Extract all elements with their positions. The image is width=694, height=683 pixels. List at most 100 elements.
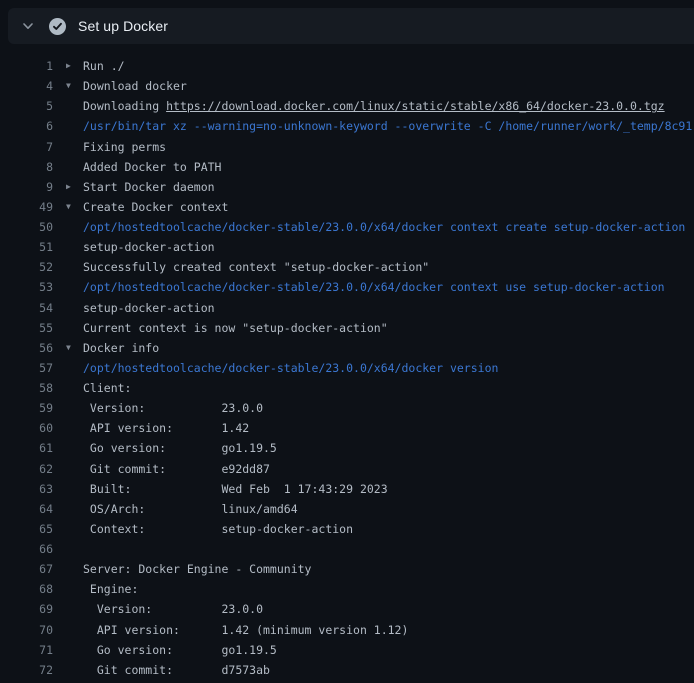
log-line: 65 Context: setup-docker-action <box>0 519 694 539</box>
log-line: 64 OS/Arch: linux/amd64 <box>0 499 694 519</box>
line-number[interactable]: 4 <box>0 79 53 93</box>
command-text: /opt/hostedtoolcache/docker-stable/23.0.… <box>83 280 665 294</box>
log-line: 62 Git commit: e92dd87 <box>0 459 694 479</box>
line-number[interactable]: 58 <box>0 381 53 395</box>
line-number[interactable]: 54 <box>0 301 53 315</box>
line-number[interactable]: 66 <box>0 542 53 556</box>
log-text: Go version: go1.19.5 <box>83 643 277 657</box>
log-text: setup-docker-action <box>83 240 215 254</box>
group-expanded-triangle-icon[interactable]: ▼ <box>66 338 83 358</box>
log-line: 51 setup-docker-action <box>0 237 694 257</box>
log-text: OS/Arch: linux/amd64 <box>83 502 298 516</box>
line-number[interactable]: 8 <box>0 160 53 174</box>
log-url-link[interactable]: https://download.docker.com/linux/static… <box>166 99 665 113</box>
log-text: Git commit: e92dd87 <box>83 462 270 476</box>
step-header[interactable]: Set up Docker <box>8 8 694 44</box>
log-line: 52 Successfully created context "setup-do… <box>0 257 694 277</box>
group-collapsed-triangle-icon[interactable]: ▶ <box>66 177 83 197</box>
log-group-line: 56 ▼Docker info <box>0 338 694 358</box>
line-number[interactable]: 71 <box>0 643 53 657</box>
log-text: API version: 1.42 (minimum version 1.12) <box>83 623 408 637</box>
log-command-line: 57/opt/hostedtoolcache/docker-stable/23.… <box>0 358 694 378</box>
log-line: 69 Version: 23.0.0 <box>0 599 694 619</box>
log-line: 8 Added Docker to PATH <box>0 157 694 177</box>
check-circle-icon <box>49 18 66 35</box>
log-line: 68 Engine: <box>0 579 694 599</box>
log-line: 59 Version: 23.0.0 <box>0 398 694 418</box>
line-number[interactable]: 51 <box>0 240 53 254</box>
log-text: Git commit: d7573ab <box>83 663 270 677</box>
command-text: /usr/bin/tar xz --warning=no-unknown-key… <box>83 119 692 133</box>
log-line: 54 setup-docker-action <box>0 298 694 318</box>
line-number[interactable]: 70 <box>0 623 53 637</box>
line-number[interactable]: 60 <box>0 421 53 435</box>
log-group-line: 4 ▼Download docker <box>0 76 694 96</box>
line-number[interactable]: 6 <box>0 119 53 133</box>
log-group-line: 9 ▶Start Docker daemon <box>0 177 694 197</box>
log-line: 55 Current context is now "setup-docker-a… <box>0 318 694 338</box>
line-number[interactable]: 72 <box>0 663 53 677</box>
log-line: 63 Built: Wed Feb 1 17:43:29 2023 <box>0 479 694 499</box>
log-text: Added Docker to PATH <box>83 160 221 174</box>
log-text: Version: 23.0.0 <box>83 602 263 616</box>
group-title[interactable]: Download docker <box>83 79 187 93</box>
line-number[interactable]: 49 <box>0 200 53 214</box>
group-title[interactable]: Create Docker context <box>83 200 228 214</box>
line-number[interactable]: 55 <box>0 321 53 335</box>
log-text: setup-docker-action <box>83 301 215 315</box>
line-number[interactable]: 59 <box>0 401 53 415</box>
line-number[interactable]: 7 <box>0 140 53 154</box>
group-expanded-triangle-icon[interactable]: ▼ <box>66 76 83 96</box>
log-line: 66 <box>0 539 694 559</box>
group-title[interactable]: Docker info <box>83 341 159 355</box>
line-number[interactable]: 69 <box>0 602 53 616</box>
log-line: 60 API version: 1.42 <box>0 418 694 438</box>
line-number[interactable]: 56 <box>0 341 53 355</box>
line-number[interactable]: 65 <box>0 522 53 536</box>
chevron-down-icon[interactable] <box>20 18 36 34</box>
log-text: Go version: go1.19.5 <box>83 441 277 455</box>
log-text: Client: <box>83 381 131 395</box>
line-number[interactable]: 67 <box>0 562 53 576</box>
log-line: 71 Go version: go1.19.5 <box>0 640 694 660</box>
group-title[interactable]: Start Docker daemon <box>83 180 215 194</box>
log-text: Fixing perms <box>83 140 166 154</box>
log-text: Built: Wed Feb 1 17:43:29 2023 <box>83 482 388 496</box>
line-number[interactable]: 64 <box>0 502 53 516</box>
line-number[interactable]: 62 <box>0 462 53 476</box>
line-number[interactable]: 52 <box>0 260 53 274</box>
line-number[interactable]: 50 <box>0 220 53 234</box>
log-group-line: 49 ▼Create Docker context <box>0 197 694 217</box>
log-line: 7 Fixing perms <box>0 137 694 157</box>
command-text: /opt/hostedtoolcache/docker-stable/23.0.… <box>83 220 685 234</box>
line-number[interactable]: 5 <box>0 99 53 113</box>
line-number[interactable]: 1 <box>0 59 53 73</box>
log-text: Version: 23.0.0 <box>83 401 263 415</box>
log-container: 1▶Run ./4▼Download docker5Downloading ht… <box>0 56 694 680</box>
line-number[interactable]: 9 <box>0 180 53 194</box>
group-collapsed-triangle-icon[interactable]: ▶ <box>66 56 83 76</box>
log-line: 5Downloading https://download.docker.com… <box>0 96 694 116</box>
log-command-line: 53/opt/hostedtoolcache/docker-stable/23.… <box>0 277 694 297</box>
log-text: Context: setup-docker-action <box>83 522 353 536</box>
line-number[interactable]: 61 <box>0 441 53 455</box>
log-text: API version: 1.42 <box>83 421 249 435</box>
step-title: Set up Docker <box>78 18 168 34</box>
log-line: 72 Git commit: d7573ab <box>0 660 694 680</box>
group-title[interactable]: Run ./ <box>83 59 125 73</box>
log-line: 70 API version: 1.42 (minimum version 1.… <box>0 620 694 640</box>
group-expanded-triangle-icon[interactable]: ▼ <box>66 197 83 217</box>
log-text: Server: Docker Engine - Community <box>83 562 311 576</box>
line-number[interactable]: 63 <box>0 482 53 496</box>
log-line: 58 Client: <box>0 378 694 398</box>
log-line: 67 Server: Docker Engine - Community <box>0 559 694 579</box>
line-number[interactable]: 68 <box>0 582 53 596</box>
log-command-line: 50/opt/hostedtoolcache/docker-stable/23.… <box>0 217 694 237</box>
line-number[interactable]: 57 <box>0 361 53 375</box>
log-text: Current context is now "setup-docker-act… <box>83 321 388 335</box>
log-text: Successfully created context "setup-dock… <box>83 260 429 274</box>
command-text: /opt/hostedtoolcache/docker-stable/23.0.… <box>83 361 498 375</box>
line-number[interactable]: 53 <box>0 280 53 294</box>
log-text: Engine: <box>83 582 138 596</box>
log-command-line: 6/usr/bin/tar xz --warning=no-unknown-ke… <box>0 116 694 136</box>
